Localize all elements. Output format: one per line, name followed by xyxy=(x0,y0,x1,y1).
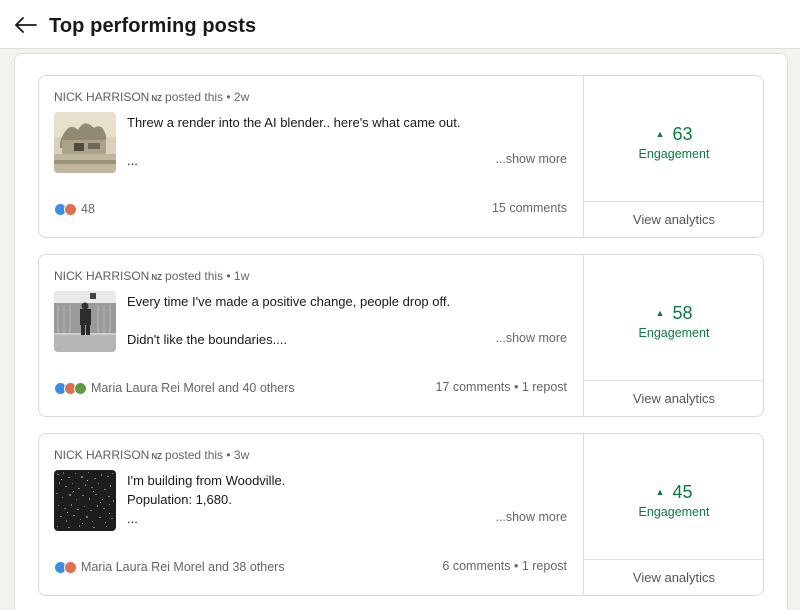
post-text: Threw a render into the AI blender.. her… xyxy=(127,113,487,170)
post-text-line: Didn't like the boundaries.... xyxy=(127,332,288,347)
post-text-line: Every time I've made a positive change, … xyxy=(127,294,451,309)
view-analytics-button[interactable]: View analytics xyxy=(584,559,764,595)
engagement-number: 45 xyxy=(672,482,693,502)
post-text-line: Population: 1,680. xyxy=(127,492,232,507)
post-author-line: NICK HARRISON NZ posted this • 1w xyxy=(54,269,249,283)
show-more-link[interactable]: ...show more xyxy=(495,152,567,166)
support-reaction-icon xyxy=(74,381,87,395)
post-thumbnail[interactable] xyxy=(54,470,116,531)
post-summary[interactable]: NICK HARRISON NZ posted this • 1w Every t xyxy=(39,255,583,416)
engagement-value: ▲ 63 xyxy=(584,124,764,145)
view-analytics-button[interactable]: View analytics xyxy=(584,201,764,237)
love-reaction-icon xyxy=(64,560,77,574)
triangle-up-icon: ▲ xyxy=(655,308,665,318)
post-card[interactable]: NICK HARRISON NZ posted this • 3w I'm bu… xyxy=(38,433,764,596)
country-badge: NZ xyxy=(151,273,163,282)
reactions[interactable]: 48 xyxy=(54,200,95,218)
author-name[interactable]: NICK HARRISON xyxy=(54,269,149,283)
top-bar: Top performing posts xyxy=(0,0,800,49)
post-thumbnail[interactable] xyxy=(54,291,116,352)
reaction-icons xyxy=(54,202,77,216)
engagement-value: ▲ 45 xyxy=(584,482,764,503)
comments-count[interactable]: 17 comments • 1 repost xyxy=(435,380,567,394)
engagement-label: Engagement xyxy=(638,326,710,340)
show-more-link[interactable]: ...show more xyxy=(495,331,567,345)
triangle-up-icon: ▲ xyxy=(655,129,665,139)
reaction-summary: Maria Laura Rei Morel and 38 others xyxy=(81,560,285,574)
engagement-label: Engagement xyxy=(638,505,710,519)
reaction-icons xyxy=(54,560,77,574)
show-more-link[interactable]: ...show more xyxy=(495,510,567,524)
country-badge: NZ xyxy=(151,94,163,103)
reactions[interactable]: Maria Laura Rei Morel and 38 others xyxy=(54,558,285,576)
love-reaction-icon xyxy=(64,202,77,216)
post-card[interactable]: NICK HARRISON NZ posted this • 2w Threw a … xyxy=(38,75,764,238)
post-metrics: ▲ 58 Engagement View analytics xyxy=(583,255,764,416)
page-title: Top performing posts xyxy=(49,15,257,37)
post-thumbnail[interactable] xyxy=(54,112,116,173)
author-name[interactable]: NICK HARRISON xyxy=(54,448,149,462)
post-summary[interactable]: NICK HARRISON NZ posted this • 2w Threw a … xyxy=(39,76,583,237)
engagement-number: 63 xyxy=(672,124,693,144)
triangle-up-icon: ▲ xyxy=(655,487,665,497)
reaction-summary: Maria Laura Rei Morel and 40 others xyxy=(91,381,295,395)
post-text-line xyxy=(127,311,487,330)
post-text-line: Threw a render into the AI blender.. her… xyxy=(127,115,461,130)
post-metrics: ▲ 63 Engagement View analytics xyxy=(583,76,764,237)
reaction-icons xyxy=(54,381,87,395)
reactions[interactable]: Maria Laura Rei Morel and 40 others xyxy=(54,379,295,397)
country-badge: NZ xyxy=(151,452,163,461)
posted-time: posted this • 3w xyxy=(165,448,250,462)
post-author-line: NICK HARRISON NZ posted this • 2w xyxy=(54,90,249,104)
view-analytics-button[interactable]: View analytics xyxy=(584,380,764,416)
post-text: Every time I've made a positive change, … xyxy=(127,292,487,349)
engagement-number: 58 xyxy=(672,303,693,323)
posted-time: posted this • 1w xyxy=(165,269,250,283)
post-text-line xyxy=(127,132,487,151)
post-text: I'm building from Woodville. Population:… xyxy=(127,471,487,528)
post-text-line: ... xyxy=(127,153,138,168)
engagement-value: ▲ 58 xyxy=(584,303,764,324)
post-metrics: ▲ 45 Engagement View analytics xyxy=(583,434,764,595)
post-text-line: ... xyxy=(127,511,138,526)
arrow-left-icon[interactable] xyxy=(12,12,40,38)
comments-count[interactable]: 6 comments • 1 repost xyxy=(442,559,567,573)
post-author-line: NICK HARRISON NZ posted this • 3w xyxy=(54,448,249,462)
engagement-label: Engagement xyxy=(638,147,710,161)
post-summary[interactable]: NICK HARRISON NZ posted this • 3w I'm bu… xyxy=(39,434,583,595)
posted-time: posted this • 2w xyxy=(165,90,250,104)
post-card[interactable]: NICK HARRISON NZ posted this • 1w Every t xyxy=(38,254,764,417)
post-text-line: I'm building from Woodville. xyxy=(127,473,286,488)
author-name[interactable]: NICK HARRISON xyxy=(54,90,149,104)
comments-count[interactable]: 15 comments xyxy=(492,201,567,215)
reaction-count: 48 xyxy=(81,202,95,216)
